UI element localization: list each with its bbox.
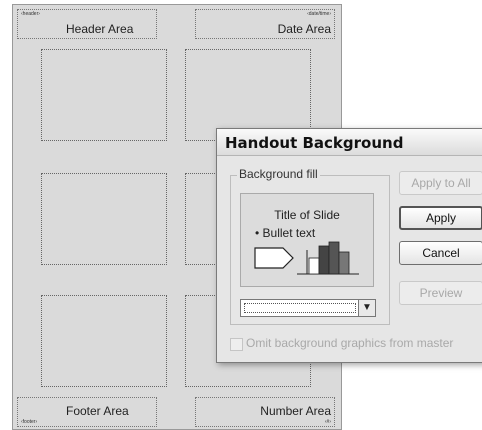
footer-tag: ‹footer›	[21, 419, 38, 425]
date-tag: ‹date/time›	[307, 11, 331, 17]
handout-background-dialog: Handout Background ✕ Background fill Tit…	[216, 128, 482, 363]
number-tag: ‹#›	[324, 419, 331, 425]
date-area-label: Date Area	[277, 22, 331, 36]
fill-color-swatch	[244, 303, 356, 313]
cancel-label: Cancel	[422, 246, 460, 260]
background-fill-label: Background fill	[237, 167, 320, 181]
dialog-title: Handout Background	[225, 134, 404, 152]
background-preview: Title of Slide • Bullet text	[240, 193, 374, 287]
header-tag: ‹header›	[21, 11, 40, 17]
preview-button[interactable]: Preview	[399, 281, 482, 305]
apply-button[interactable]: Apply	[399, 206, 482, 230]
cancel-button[interactable]: Cancel	[399, 241, 482, 265]
apply-to-all-button[interactable]: Apply to All	[399, 171, 482, 195]
header-placeholder[interactable]: ‹header› Header Area	[17, 9, 157, 39]
omit-graphics-label: Omit background graphics from master	[246, 336, 454, 350]
date-placeholder[interactable]: ‹date/time› Date Area	[195, 9, 335, 39]
slide-slot-3[interactable]	[41, 173, 167, 265]
footer-placeholder[interactable]: Footer Area ‹footer›	[17, 397, 157, 427]
header-area-label: Header Area	[66, 22, 134, 36]
apply-label: Apply	[425, 211, 457, 225]
preview-label: Preview	[419, 286, 463, 300]
preview-shapes-icon	[254, 241, 359, 275]
omit-graphics-checkbox[interactable]	[230, 338, 243, 351]
dialog-titlebar[interactable]: Handout Background ✕	[217, 129, 482, 156]
number-area-label: Number Area	[260, 404, 331, 418]
chevron-down-icon[interactable]: ▼	[358, 299, 376, 317]
number-placeholder[interactable]: Number Area ‹#›	[195, 397, 335, 427]
slide-slot-5[interactable]	[41, 295, 167, 387]
fill-color-dropdown[interactable]	[240, 299, 360, 317]
slide-slot-1[interactable]	[41, 49, 167, 141]
apply-to-all-label: Apply to All	[411, 176, 471, 190]
preview-slide-title: Title of Slide	[274, 208, 340, 222]
footer-area-label: Footer Area	[66, 404, 129, 418]
